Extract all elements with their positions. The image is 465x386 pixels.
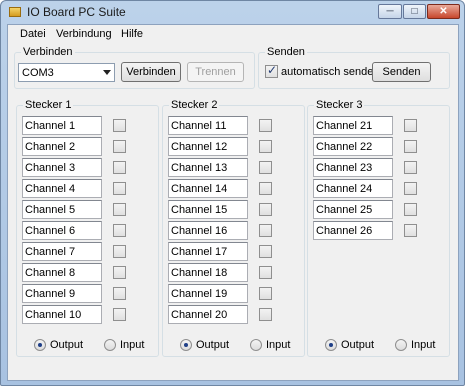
channel-name-field[interactable]: Channel 10 <box>22 305 102 324</box>
stecker-2-group: Stecker 2 Channel 11 Channel 12 Channel 13 C… <box>162 99 305 357</box>
auto-send-checkbox[interactable] <box>265 63 278 78</box>
channel-checkbox[interactable] <box>259 203 272 216</box>
channel-checkbox[interactable] <box>259 308 272 321</box>
channel-checkbox[interactable] <box>113 287 126 300</box>
channel-name-field[interactable]: Channel 9 <box>22 284 102 303</box>
channel-name-field[interactable]: Channel 22 <box>313 137 393 156</box>
minimize-button[interactable]: ─ <box>378 4 402 19</box>
menu-bar: Datei Verbindung Hilfe <box>8 25 458 44</box>
app-window: IO Board PC Suite ─ □ ✕ Datei Verbindung… <box>0 0 465 386</box>
channel-name-field[interactable]: Channel 1 <box>22 116 102 135</box>
channel-checkbox[interactable] <box>259 224 272 237</box>
channel-checkbox[interactable] <box>113 140 126 153</box>
input-radio[interactable] <box>395 339 407 351</box>
connect-button[interactable]: Verbinden <box>121 62 181 82</box>
channel-checkbox[interactable] <box>259 140 272 153</box>
input-radio[interactable] <box>250 339 262 351</box>
input-radio-label: Input <box>266 339 291 351</box>
output-radio-label: Output <box>50 339 84 351</box>
channel-checkbox[interactable] <box>259 182 272 195</box>
client-area: Datei Verbindung Hilfe Verbinden COM3 Ve… <box>7 24 459 381</box>
output-radio-label: Output <box>341 339 375 351</box>
stecker-3-group: Stecker 3 Channel 21 Channel 22 Channel 23 C… <box>307 99 450 357</box>
input-radio[interactable] <box>104 339 116 351</box>
auto-send-label: automatisch senden <box>281 66 380 78</box>
channel-name-field[interactable]: Channel 14 <box>168 179 248 198</box>
channel-checkbox[interactable] <box>113 161 126 174</box>
senden-group-label: Senden <box>265 46 307 59</box>
channel-checkbox[interactable] <box>113 182 126 195</box>
verbinden-group: Verbinden COM3 Verbinden Trennen <box>14 46 255 89</box>
channel-checkbox[interactable] <box>259 119 272 132</box>
channel-name-field[interactable]: Channel 3 <box>22 158 102 177</box>
channel-checkbox[interactable] <box>404 182 417 195</box>
channel-checkbox[interactable] <box>259 266 272 279</box>
channel-name-field[interactable]: Channel 20 <box>168 305 248 324</box>
input-radio-label: Input <box>411 339 436 351</box>
output-radio[interactable] <box>325 339 337 351</box>
channel-name-field[interactable]: Channel 5 <box>22 200 102 219</box>
port-select[interactable]: COM3 <box>18 63 115 82</box>
channel-checkbox[interactable] <box>113 245 126 258</box>
channel-name-field[interactable]: Channel 15 <box>168 200 248 219</box>
channel-name-field[interactable]: Channel 17 <box>168 242 248 261</box>
port-select-value: COM3 <box>22 67 54 79</box>
channel-checkbox[interactable] <box>404 140 417 153</box>
channel-name-field[interactable]: Channel 2 <box>22 137 102 156</box>
send-button[interactable]: Senden <box>372 62 431 82</box>
stecker-1-label: Stecker 1 <box>23 99 74 112</box>
channel-name-field[interactable]: Channel 16 <box>168 221 248 240</box>
channel-name-field[interactable]: Channel 23 <box>313 158 393 177</box>
verbinden-group-label: Verbinden <box>21 46 75 59</box>
maximize-button[interactable]: □ <box>403 4 426 19</box>
window-title: IO Board PC Suite <box>27 5 126 19</box>
channel-name-field[interactable]: Channel 12 <box>168 137 248 156</box>
app-icon <box>9 7 21 17</box>
channel-checkbox[interactable] <box>404 119 417 132</box>
menu-verbindung[interactable]: Verbindung <box>56 28 112 40</box>
channel-checkbox[interactable] <box>113 224 126 237</box>
disconnect-button[interactable]: Trennen <box>187 62 244 82</box>
channel-name-field[interactable]: Channel 19 <box>168 284 248 303</box>
stecker-1-group: Stecker 1 Channel 1 Channel 2 Channel 3 Chan… <box>16 99 159 357</box>
close-button[interactable]: ✕ <box>427 4 460 19</box>
output-radio-label: Output <box>196 339 230 351</box>
input-radio-label: Input <box>120 339 145 351</box>
output-radio[interactable] <box>180 339 192 351</box>
title-bar: IO Board PC Suite ─ □ ✕ <box>1 1 464 23</box>
chevron-down-icon <box>103 70 111 75</box>
channel-name-field[interactable]: Channel 4 <box>22 179 102 198</box>
channel-checkbox[interactable] <box>404 161 417 174</box>
channel-checkbox[interactable] <box>113 266 126 279</box>
channel-checkbox[interactable] <box>113 203 126 216</box>
channel-name-field[interactable]: Channel 13 <box>168 158 248 177</box>
channel-checkbox[interactable] <box>259 245 272 258</box>
channel-checkbox[interactable] <box>259 287 272 300</box>
channel-name-field[interactable]: Channel 8 <box>22 263 102 282</box>
channel-name-field[interactable]: Channel 11 <box>168 116 248 135</box>
channel-name-field[interactable]: Channel 18 <box>168 263 248 282</box>
menu-hilfe[interactable]: Hilfe <box>121 28 143 40</box>
stecker-2-label: Stecker 2 <box>169 99 220 112</box>
stecker-3-label: Stecker 3 <box>314 99 365 112</box>
channel-checkbox[interactable] <box>113 119 126 132</box>
channel-checkbox[interactable] <box>113 308 126 321</box>
channel-checkbox[interactable] <box>259 161 272 174</box>
menu-datei[interactable]: Datei <box>20 28 46 40</box>
channel-name-field[interactable]: Channel 26 <box>313 221 393 240</box>
channel-name-field[interactable]: Channel 24 <box>313 179 393 198</box>
channel-name-field[interactable]: Channel 7 <box>22 242 102 261</box>
channel-name-field[interactable]: Channel 6 <box>22 221 102 240</box>
output-radio[interactable] <box>34 339 46 351</box>
senden-group: Senden automatisch senden Senden <box>258 46 450 89</box>
channel-checkbox[interactable] <box>404 224 417 237</box>
channel-name-field[interactable]: Channel 25 <box>313 200 393 219</box>
channel-checkbox[interactable] <box>404 203 417 216</box>
channel-name-field[interactable]: Channel 21 <box>313 116 393 135</box>
